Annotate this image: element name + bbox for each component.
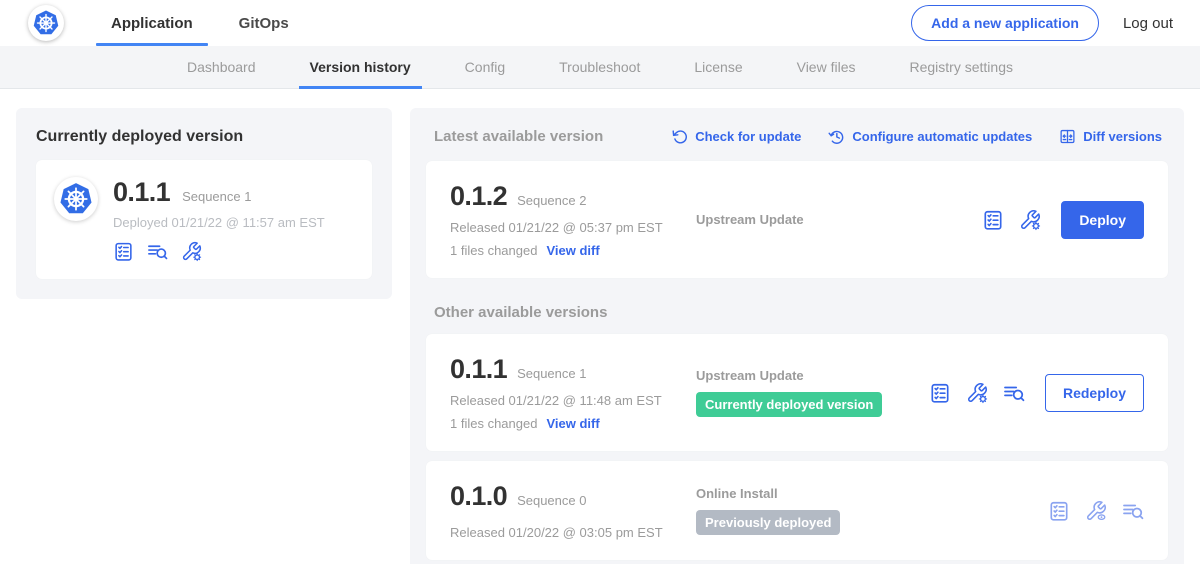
tab-application-label: Application — [111, 15, 193, 32]
version-card-actions: Redeploy — [929, 374, 1144, 412]
add-application-button[interactable]: Add a new application — [911, 5, 1099, 41]
tab-view-files[interactable]: View files — [770, 46, 883, 88]
version-sequence: Sequence 2 — [517, 193, 586, 208]
deployed-version-number: 0.1.1 — [113, 177, 170, 208]
source-label: Upstream Update — [696, 212, 970, 227]
kubernetes-logo-icon — [57, 180, 95, 218]
tab-application[interactable]: Application — [96, 0, 208, 46]
tab-registry-settings[interactable]: Registry settings — [883, 46, 1040, 88]
version-info: 0.1.0 Sequence 0 Released 01/20/22 @ 03:… — [450, 481, 696, 540]
app-tabs: Application GitOps — [96, 0, 320, 46]
deployed-sequence: Sequence 1 — [182, 189, 251, 204]
version-sequence: Sequence 1 — [517, 366, 586, 381]
files-changed-label: 1 files changed — [450, 243, 537, 258]
check-for-update-link[interactable]: Check for update — [671, 128, 801, 145]
section-nav: Dashboard Version history Config Trouble… — [0, 46, 1200, 89]
tab-gitops[interactable]: GitOps — [224, 0, 304, 46]
latest-available-title: Latest available version — [434, 128, 603, 145]
version-sequence: Sequence 0 — [517, 493, 586, 508]
version-source: Upstream Update Currently deployed versi… — [696, 368, 929, 417]
app-logo[interactable] — [28, 5, 64, 41]
deployed-actions — [113, 241, 325, 262]
view-diff-link[interactable]: View diff — [546, 243, 599, 258]
deploy-logs-icon[interactable] — [1003, 382, 1025, 404]
tab-troubleshoot[interactable]: Troubleshoot — [532, 46, 667, 88]
check-for-update-label: Check for update — [695, 129, 801, 144]
view-diff-link[interactable]: View diff — [546, 416, 599, 431]
currently-deployed-title: Currently deployed version — [36, 128, 372, 146]
other-available-versions-title: Other available versions — [434, 304, 1162, 321]
app-icon — [54, 177, 98, 221]
configure-automatic-updates-link[interactable]: Configure automatic updates — [828, 128, 1032, 145]
version-info: 0.1.2 Sequence 2 Released 01/21/22 @ 05:… — [450, 181, 696, 258]
top-nav-right: Add a new application Log out — [911, 5, 1173, 41]
top-nav: Application GitOps Add a new application… — [0, 0, 1200, 46]
version-card-actions — [1048, 500, 1144, 522]
refresh-icon — [671, 128, 688, 145]
currently-deployed-card: 0.1.1 Sequence 1 Deployed 01/21/22 @ 11:… — [36, 160, 372, 279]
tab-troubleshoot-label: Troubleshoot — [559, 59, 640, 75]
logout-button[interactable]: Log out — [1123, 15, 1173, 32]
redeploy-button[interactable]: Redeploy — [1045, 374, 1144, 412]
deployed-version-info: 0.1.1 Sequence 1 Deployed 01/21/22 @ 11:… — [113, 177, 325, 262]
edit-config-icon[interactable] — [181, 241, 202, 262]
version-source: Online Install Previously deployed — [696, 486, 1048, 535]
tab-license-label: License — [694, 59, 742, 75]
released-timestamp: Released 01/21/22 @ 05:37 pm EST — [450, 220, 696, 235]
version-number: 0.1.0 — [450, 481, 507, 512]
auto-update-clock-icon — [828, 128, 845, 145]
files-changed-label: 1 files changed — [450, 416, 537, 431]
deploy-button[interactable]: Deploy — [1061, 201, 1144, 239]
deploy-logs-icon[interactable] — [147, 241, 168, 262]
edit-config-icon[interactable] — [966, 382, 988, 404]
version-card-0-1-1: 0.1.1 Sequence 1 Released 01/21/22 @ 11:… — [426, 334, 1168, 451]
preflight-checks-icon[interactable] — [113, 241, 134, 262]
released-timestamp: Released 01/20/22 @ 03:05 pm EST — [450, 525, 696, 540]
tab-dashboard[interactable]: Dashboard — [160, 46, 283, 88]
available-versions-header: Latest available version Check for updat… — [434, 128, 1162, 145]
tab-config[interactable]: Config — [438, 46, 532, 88]
source-label: Online Install — [696, 486, 1036, 501]
tab-version-history-label: Version history — [310, 59, 411, 75]
tab-registry-settings-label: Registry settings — [910, 59, 1013, 75]
source-label: Upstream Update — [696, 368, 917, 383]
previously-deployed-badge: Previously deployed — [696, 510, 840, 535]
version-source: Upstream Update — [696, 212, 982, 227]
preflight-checks-icon[interactable] — [1048, 500, 1070, 522]
tab-view-files-label: View files — [797, 59, 856, 75]
preflight-checks-icon[interactable] — [982, 209, 1004, 231]
diff-icon — [1059, 128, 1076, 145]
currently-deployed-panel: Currently deployed version 0.1.1 Sequenc… — [16, 108, 392, 299]
released-timestamp: Released 01/21/22 @ 11:48 am EST — [450, 393, 696, 408]
tab-dashboard-label: Dashboard — [187, 59, 256, 75]
version-card-actions: Deploy — [982, 201, 1144, 239]
kubernetes-logo-icon — [31, 8, 61, 38]
diff-versions-link[interactable]: Diff versions — [1059, 128, 1162, 145]
version-card-0-1-2: 0.1.2 Sequence 2 Released 01/21/22 @ 05:… — [426, 161, 1168, 278]
edit-config-icon[interactable] — [1019, 209, 1041, 231]
tab-gitops-label: GitOps — [239, 15, 289, 32]
currently-deployed-badge: Currently deployed version — [696, 392, 882, 417]
version-number: 0.1.2 — [450, 181, 507, 212]
tab-config-label: Config — [465, 59, 505, 75]
deployed-timestamp: Deployed 01/21/22 @ 11:57 am EST — [113, 215, 325, 230]
version-number: 0.1.1 — [450, 354, 507, 385]
preflight-checks-icon[interactable] — [929, 382, 951, 404]
configure-automatic-updates-label: Configure automatic updates — [852, 129, 1032, 144]
tab-license[interactable]: License — [667, 46, 769, 88]
deploy-logs-icon[interactable] — [1122, 500, 1144, 522]
version-card-0-1-0: 0.1.0 Sequence 0 Released 01/20/22 @ 03:… — [426, 461, 1168, 560]
view-config-icon[interactable] — [1085, 500, 1107, 522]
version-actions: Check for update Configure automatic upd… — [671, 128, 1162, 145]
version-info: 0.1.1 Sequence 1 Released 01/21/22 @ 11:… — [450, 354, 696, 431]
main-content: Currently deployed version 0.1.1 Sequenc… — [0, 89, 1200, 564]
tab-version-history[interactable]: Version history — [283, 46, 438, 88]
available-versions-panel: Latest available version Check for updat… — [410, 108, 1184, 564]
diff-versions-label: Diff versions — [1083, 129, 1162, 144]
